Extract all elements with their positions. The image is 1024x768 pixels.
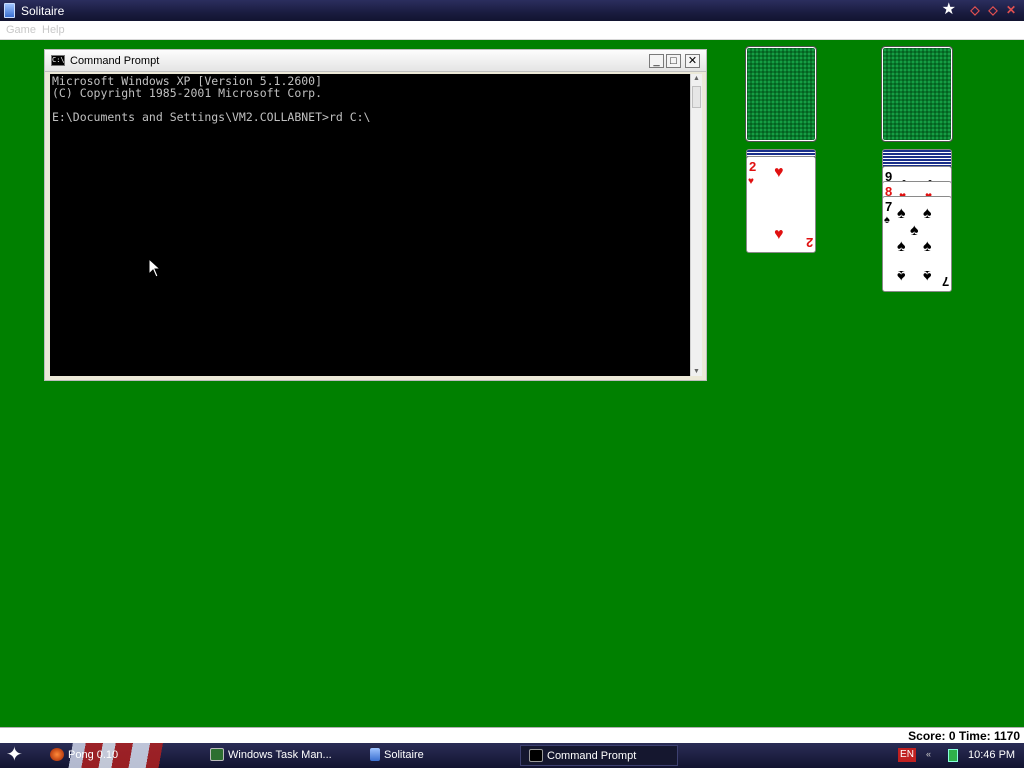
cmd-icon: C:\ xyxy=(51,55,65,66)
task-command-prompt[interactable]: Command Prompt xyxy=(520,745,678,766)
heart-icon: ♥ xyxy=(774,164,784,181)
minimize-button[interactable]: _ xyxy=(649,54,664,68)
scroll-up-icon[interactable]: ▲ xyxy=(693,75,700,82)
task-label: Pong 0.10 xyxy=(68,749,119,761)
menu-help[interactable]: Help xyxy=(42,24,65,36)
task-pong[interactable]: Pong 0.10 xyxy=(50,745,118,766)
solitaire-icon xyxy=(370,748,380,761)
pong-icon xyxy=(50,748,64,761)
clock[interactable]: 10:46 PM xyxy=(968,749,1015,761)
heart-icon: ♥ xyxy=(774,226,784,243)
system-tray: EN « 10:46 PM xyxy=(864,743,1024,768)
scroll-down-icon[interactable]: ▼ xyxy=(693,368,700,375)
spade-icon: ♠ xyxy=(897,205,906,222)
close-button[interactable]: ✕ xyxy=(685,54,700,68)
solitaire-app-icon xyxy=(4,3,15,18)
taskbar: ✦ Pong 0.10 Windows Task Man... Solitair… xyxy=(0,743,1024,768)
card-rank: 7 xyxy=(941,274,949,289)
console-line: E:\Documents and Settings\VM2.COLLABNET>… xyxy=(52,110,371,124)
task-manager-icon xyxy=(210,748,224,761)
maximize-button[interactable]: □ xyxy=(666,54,681,68)
status-bar: Score: 0 Time: 1170 xyxy=(0,727,1024,743)
card-seven-of-spades[interactable]: 7 ♠ ♠ ♠ ♠ ♠ ♠ ♠ ♠ 7 xyxy=(882,196,952,292)
cmd-icon xyxy=(529,749,543,762)
scroll-thumb[interactable] xyxy=(692,86,701,108)
chevron-icon[interactable]: « xyxy=(926,749,931,759)
spade-icon: ♠ xyxy=(923,238,932,255)
score-time: Score: 0 Time: 1170 xyxy=(908,729,1020,743)
card-rank: 2 xyxy=(749,159,757,174)
heart-icon: ♥ xyxy=(748,176,754,187)
spade-icon: ♠ xyxy=(897,267,906,284)
spade-icon: ♠ xyxy=(923,205,932,222)
network-icon[interactable] xyxy=(948,749,958,762)
task-label: Solitaire xyxy=(384,749,424,761)
spade-icon: ♠ xyxy=(897,238,906,255)
console-line: (C) Copyright 1985-2001 Microsoft Corp. xyxy=(52,86,323,100)
card-two-of-hearts[interactable]: 2 ♥ ♥ ♥ 2 xyxy=(746,156,816,253)
cmd-title: Command Prompt xyxy=(70,55,160,67)
window-title: Solitaire xyxy=(21,4,65,18)
close-icon[interactable]: ✕ xyxy=(1004,3,1018,17)
console-output[interactable]: Microsoft Windows XP [Version 5.1.2600](… xyxy=(50,74,690,376)
task-label: Command Prompt xyxy=(547,750,637,762)
mouse-cursor-icon xyxy=(148,258,162,278)
spade-icon: ♠ xyxy=(884,214,890,226)
pin-icon[interactable]: ◇ xyxy=(968,3,982,17)
start-star-icon[interactable]: ✦ xyxy=(6,745,23,765)
vertical-scrollbar[interactable]: ▲ ▼ xyxy=(690,74,702,376)
card-rank: 2 xyxy=(805,235,813,250)
task-task-manager[interactable]: Windows Task Man... xyxy=(210,745,332,766)
task-label: Windows Task Man... xyxy=(228,749,332,761)
language-indicator[interactable]: EN xyxy=(898,748,916,762)
spade-icon: ♠ xyxy=(923,267,932,284)
solitaire-titlebar[interactable]: Solitaire ★ ◇ ◇ ✕ xyxy=(0,0,1024,21)
command-prompt-window[interactable]: C:\ Command Prompt _ □ ✕ Microsoft Windo… xyxy=(44,49,707,381)
card-back-pile[interactable] xyxy=(881,46,953,142)
restore-icon[interactable]: ◇ xyxy=(986,3,1000,17)
cmd-titlebar[interactable]: C:\ Command Prompt _ □ ✕ xyxy=(45,50,706,72)
star-icon[interactable]: ★ xyxy=(942,2,956,18)
menu-bar: Game Help xyxy=(0,21,1024,40)
menu-game[interactable]: Game xyxy=(6,24,36,36)
spade-icon: ♠ xyxy=(910,222,919,239)
card-back-pile[interactable] xyxy=(745,46,817,142)
task-solitaire[interactable]: Solitaire xyxy=(370,745,424,766)
